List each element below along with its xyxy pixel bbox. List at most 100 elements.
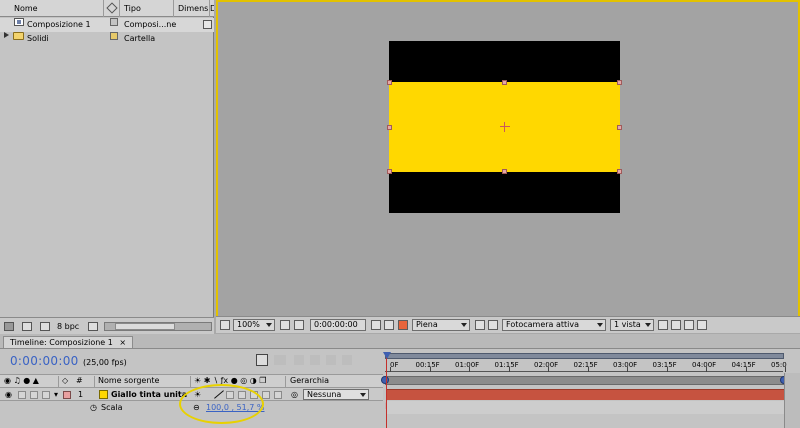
parent-select[interactable]: Nessuna bbox=[303, 389, 369, 400]
bpc-label[interactable]: 8 bpc bbox=[57, 318, 79, 335]
current-time-field[interactable]: 0:00:00:00 bbox=[310, 319, 366, 331]
transform-handle[interactable] bbox=[502, 169, 507, 174]
transform-handle[interactable] bbox=[387, 80, 392, 85]
column-header-parent[interactable]: Gerarchia bbox=[290, 375, 329, 387]
fps-label: (25,00 fps) bbox=[83, 358, 127, 367]
transform-handle[interactable] bbox=[502, 80, 507, 85]
chevron-down-icon[interactable]: ▾ bbox=[54, 388, 58, 401]
3d-layer-switch[interactable] bbox=[274, 391, 282, 399]
highlight-annotation bbox=[179, 384, 264, 424]
graph-editor-icon[interactable] bbox=[342, 355, 352, 365]
lock-toggle[interactable] bbox=[42, 391, 50, 399]
flowchart-icon[interactable] bbox=[203, 20, 212, 29]
trash-icon[interactable] bbox=[88, 322, 98, 331]
column-header-name[interactable]: Nome bbox=[0, 0, 104, 17]
ruler-tick-mark bbox=[785, 367, 786, 372]
label-column-header[interactable] bbox=[104, 0, 120, 17]
tab-timeline[interactable]: Timeline: Composizione 1 × bbox=[3, 336, 134, 348]
new-composition-icon[interactable] bbox=[40, 322, 50, 331]
layer-name[interactable]: Giallo tinta unita bbox=[111, 388, 187, 401]
resolution-select[interactable]: Piena bbox=[412, 319, 470, 331]
timeline-navigator[interactable] bbox=[385, 376, 784, 385]
pick-whip-icon[interactable]: ◎ bbox=[291, 388, 298, 401]
column-header-source-name[interactable]: Nome sorgente bbox=[98, 375, 159, 387]
transparency-grid-icon[interactable] bbox=[488, 320, 498, 330]
anchor-point-icon[interactable] bbox=[500, 122, 510, 132]
column-header-type[interactable]: Tipo bbox=[120, 0, 174, 17]
snapshot-icon[interactable] bbox=[371, 320, 381, 330]
hide-shy-layers-icon[interactable] bbox=[294, 355, 304, 365]
always-preview-icon[interactable] bbox=[220, 320, 230, 330]
ruler-tick-label: 01:00F bbox=[455, 361, 480, 369]
folder-icon bbox=[13, 32, 24, 40]
ruler-tick-mark bbox=[666, 367, 668, 372]
project-column-headers: Nome Tipo Dimensi... D bbox=[0, 0, 214, 17]
view-layout-select[interactable]: 1 vista bbox=[610, 319, 654, 331]
motion-blur-icon[interactable] bbox=[326, 355, 336, 365]
timeline-vertical-scrollbar[interactable] bbox=[784, 373, 800, 428]
fast-previews-icon[interactable] bbox=[671, 320, 681, 330]
property-name: Scala bbox=[101, 403, 123, 412]
current-time-indicator[interactable] bbox=[386, 352, 387, 428]
audio-toggle[interactable] bbox=[18, 391, 26, 399]
chevron-down-icon bbox=[360, 393, 366, 397]
project-item-composition[interactable]: Composizione 1 Composi...ne bbox=[0, 18, 214, 32]
toggle-pixel-aspect-icon[interactable] bbox=[658, 320, 668, 330]
ruler-tick-label: 02:15F bbox=[573, 361, 598, 369]
column-header-dimensions[interactable]: Dimensi... bbox=[174, 0, 210, 17]
property-track bbox=[386, 401, 784, 414]
comp-flowchart-icon[interactable] bbox=[697, 320, 707, 330]
project-item-folder[interactable]: Solidi Cartella bbox=[0, 32, 214, 46]
chevron-down-icon bbox=[461, 323, 467, 327]
project-horizontal-scrollbar[interactable] bbox=[104, 322, 212, 331]
timeline-toggle-icon[interactable] bbox=[684, 320, 694, 330]
live-update-icon[interactable] bbox=[256, 354, 268, 366]
eye-icon[interactable]: ◉ bbox=[5, 388, 12, 401]
new-folder-icon[interactable] bbox=[22, 322, 32, 331]
transform-handle[interactable] bbox=[387, 125, 392, 130]
column-header-number[interactable]: # bbox=[76, 375, 83, 387]
work-area-bar[interactable] bbox=[385, 353, 784, 359]
current-time-display[interactable]: 0:00:00:00 bbox=[10, 354, 79, 368]
camera-view-select[interactable]: Fotocamera attiva bbox=[502, 319, 606, 331]
transform-handle[interactable] bbox=[387, 169, 392, 174]
project-footer: 8 bpc bbox=[0, 317, 214, 334]
timeline-column-headers: ◉ ♫ ● ▲ ◇ # Nome sorgente ☀ ✱ ∖ ƒx ● ◎ ◑… bbox=[0, 374, 383, 388]
composition-icon bbox=[14, 18, 24, 26]
close-icon[interactable]: × bbox=[119, 338, 126, 347]
av-features-icon: ◉ ♫ ● ▲ bbox=[4, 376, 39, 385]
transform-handle[interactable] bbox=[617, 125, 622, 130]
layer-duration-bar[interactable] bbox=[386, 389, 784, 400]
expand-triangle-icon[interactable] bbox=[4, 32, 9, 38]
transform-handle[interactable] bbox=[617, 169, 622, 174]
mask-visibility-icon[interactable] bbox=[294, 320, 304, 330]
zoom-select[interactable]: 100% bbox=[233, 319, 275, 331]
transform-handle[interactable] bbox=[617, 80, 622, 85]
ruler-tick-label: 04:00F bbox=[692, 361, 717, 369]
column-header-extra[interactable]: D bbox=[210, 0, 214, 17]
ruler-tick-mark bbox=[390, 367, 391, 372]
ruler-tick-mark bbox=[548, 367, 549, 372]
chevron-down-icon bbox=[645, 323, 651, 327]
ruler-tick-mark bbox=[469, 367, 470, 372]
label-color-swatch[interactable] bbox=[110, 18, 118, 26]
scroll-thumb[interactable] bbox=[115, 323, 175, 330]
color-channels-icon[interactable] bbox=[398, 320, 408, 330]
viewer-toolbar: 100% 0:00:00:00 Piena Fotocamera attiva … bbox=[216, 316, 800, 333]
playhead-handle[interactable] bbox=[383, 352, 391, 359]
draft-3d-icon[interactable] bbox=[274, 355, 286, 365]
stopwatch-icon[interactable]: ◷ bbox=[90, 401, 97, 414]
layer-label-color[interactable] bbox=[63, 391, 71, 399]
region-of-interest-icon[interactable] bbox=[475, 320, 485, 330]
interpret-footage-icon[interactable] bbox=[4, 322, 14, 331]
adjustment-switch[interactable] bbox=[262, 391, 270, 399]
show-snapshot-icon[interactable] bbox=[384, 320, 394, 330]
frame-blending-icon[interactable] bbox=[310, 355, 320, 365]
ruler-tick-label: 03:00F bbox=[613, 361, 638, 369]
label-color-swatch[interactable] bbox=[110, 32, 118, 40]
ruler-tick-label: 0F bbox=[390, 361, 399, 369]
ruler-tick-label: 02:00F bbox=[534, 361, 559, 369]
grid-guides-icon[interactable] bbox=[280, 320, 290, 330]
solo-toggle[interactable] bbox=[30, 391, 38, 399]
navigator-start-handle[interactable] bbox=[381, 376, 389, 384]
